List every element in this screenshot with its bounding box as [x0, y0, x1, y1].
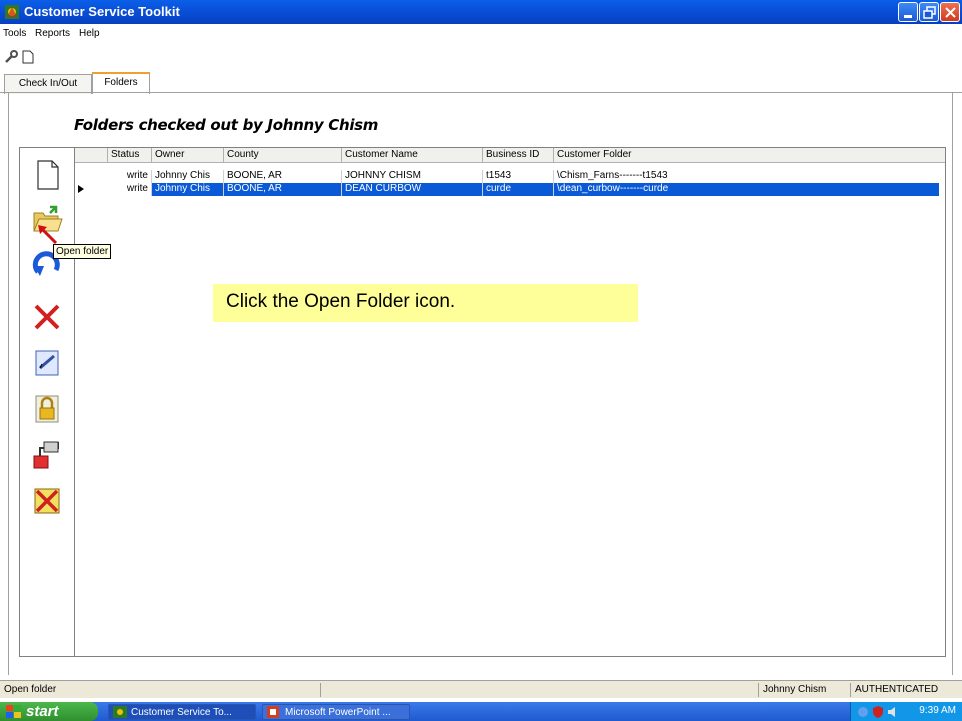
- customer-folder-cell: \dean_curbow-------curde: [553, 183, 939, 196]
- powerpoint-icon: [267, 706, 279, 718]
- toolbar: [0, 48, 962, 68]
- status-cell: write: [126, 170, 148, 181]
- clock: 9:39 AM: [919, 705, 956, 716]
- minimize-icon: [904, 15, 912, 18]
- cancel-icon[interactable]: [30, 484, 64, 518]
- instruction-callout: Click the Open Folder icon.: [213, 284, 638, 322]
- restore-icon: [923, 6, 936, 19]
- window-title: Customer Service Toolkit: [24, 4, 180, 19]
- column-header-customer-name[interactable]: Customer Name: [341, 148, 482, 163]
- status-auth: AUTHENTICATED: [850, 683, 962, 697]
- taskbar-item-customer-service[interactable]: Customer Service To...: [108, 704, 256, 720]
- business-id-cell: t1543: [482, 170, 553, 183]
- table-row[interactable]: write Johnny Chis BOONE, AR DEAN CURBOW …: [75, 183, 939, 196]
- new-folder-icon[interactable]: [30, 158, 64, 192]
- status-user: Johnny Chism: [758, 683, 850, 697]
- lock-icon[interactable]: [30, 392, 64, 426]
- close-button[interactable]: [940, 2, 960, 22]
- windows-logo-icon: [6, 705, 21, 718]
- table-row[interactable]: write Johnny Chis BOONE, AR JOHNNY CHISM…: [75, 170, 939, 183]
- title-bar: Customer Service Toolkit: [0, 0, 962, 24]
- tab-strip: Check In/Out Folders: [0, 72, 962, 94]
- tooltip: Open folder: [53, 244, 112, 259]
- system-tray: 9:39 AM: [850, 702, 962, 721]
- wrench-icon[interactable]: [4, 50, 18, 64]
- tab-folders[interactable]: Folders: [92, 72, 150, 94]
- owner-cell: Johnny Chis: [151, 170, 223, 183]
- status-cell: write: [126, 183, 148, 194]
- county-cell: BOONE, AR: [223, 170, 341, 183]
- status-spacer: [320, 683, 758, 697]
- business-id-cell: curde: [482, 183, 553, 196]
- tab-label: Folders: [104, 77, 138, 88]
- column-header-customer-folder[interactable]: Customer Folder: [553, 148, 939, 163]
- page-title: Folders checked out by Johnny Chism: [74, 116, 379, 134]
- column-header-status[interactable]: Status: [107, 148, 151, 163]
- menu-tools[interactable]: Tools: [3, 28, 26, 39]
- app-icon: [113, 706, 127, 718]
- export-icon[interactable]: [30, 438, 64, 472]
- start-button[interactable]: start: [0, 702, 98, 721]
- shield-icon[interactable]: [873, 706, 883, 718]
- speaker-icon[interactable]: [887, 706, 899, 718]
- menu-bar: Tools Reports Help: [0, 28, 962, 44]
- taskbar-item-powerpoint[interactable]: Microsoft PowerPoint ...: [262, 704, 410, 720]
- tab-label: Check In/Out: [18, 78, 78, 89]
- app-icon: [5, 5, 19, 19]
- taskbar-item-label: Customer Service To...: [131, 707, 232, 718]
- folders-table: Status Owner County Customer Name Busine…: [74, 147, 946, 657]
- tab-check-in-out[interactable]: Check In/Out: [4, 74, 92, 94]
- minimize-button[interactable]: [898, 2, 918, 22]
- customer-name-cell: JOHNNY CHISM: [341, 170, 482, 183]
- table-header: Status Owner County Customer Name Busine…: [75, 148, 945, 163]
- network-icon[interactable]: [857, 706, 869, 718]
- status-bar: Open folder Johnny Chism AUTHENTICATED: [0, 680, 962, 698]
- delete-icon[interactable]: [30, 300, 64, 334]
- taskbar-item-label: Microsoft PowerPoint ...: [285, 707, 391, 718]
- action-sidebar: [19, 147, 74, 657]
- customer-folder-cell: \Chism_Farns-------t1543: [553, 170, 939, 183]
- row-pointer-icon: [78, 185, 84, 193]
- restore-button[interactable]: [919, 2, 939, 22]
- edit-icon[interactable]: [30, 346, 64, 380]
- menu-reports[interactable]: Reports: [35, 28, 70, 39]
- start-label: start: [26, 703, 59, 720]
- new-document-icon[interactable]: [22, 50, 34, 64]
- owner-cell: Johnny Chis: [151, 183, 223, 196]
- status-message: Open folder: [4, 684, 57, 695]
- county-cell: BOONE, AR: [223, 183, 341, 196]
- menu-help[interactable]: Help: [79, 28, 100, 39]
- customer-name-cell: DEAN CURBOW: [341, 183, 482, 196]
- taskbar: start Customer Service To... Microsoft P…: [0, 702, 962, 721]
- column-header-owner[interactable]: Owner: [151, 148, 223, 163]
- column-header-county[interactable]: County: [223, 148, 341, 163]
- column-header-business-id[interactable]: Business ID: [482, 148, 553, 163]
- close-icon: [945, 7, 956, 18]
